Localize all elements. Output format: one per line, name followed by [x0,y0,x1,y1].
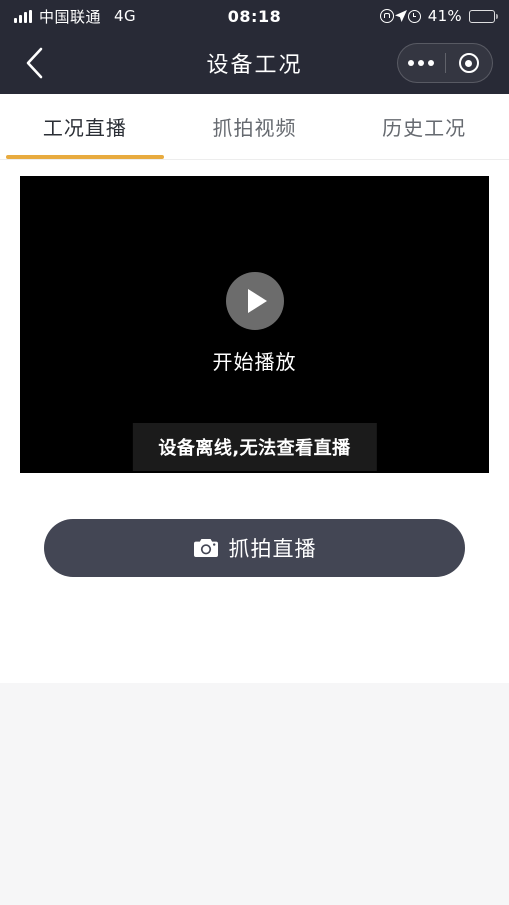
capture-live-label: 抓拍直播 [228,537,317,561]
tab-live-label: 工况直播 [42,116,127,140]
navigation-bar: 设备工况 [0,32,509,94]
play-label: 开始播放 [212,350,297,374]
camera-icon [193,537,219,559]
circle-target-icon[interactable] [446,53,493,73]
status-bar: 中国联通 4G 08:18 41% [0,0,509,32]
play-button[interactable] [225,272,284,330]
page-background-area [0,683,509,905]
back-button[interactable] [6,35,62,91]
video-player[interactable]: 开始播放 设备离线,无法查看直播 [20,176,489,473]
capture-live-button[interactable]: 抓拍直播 [44,519,465,577]
alarm-clock-icon [407,9,421,23]
play-triangle-icon [247,289,267,313]
rotation-lock-icon [379,9,394,23]
tab-bar: 工况直播 抓拍视频 历史工况 [0,94,509,160]
offline-message: 设备离线,无法查看直播 [132,423,377,471]
tab-history[interactable]: 历史工况 [339,94,509,159]
signal-bars-icon [14,9,32,23]
status-bar-left: 中国联通 4G [14,6,136,27]
carrier-label: 中国联通 [39,7,102,26]
app-screen: 中国联通 4G 08:18 41% 设备工况 工况直播 抓拍视频 历史工况 开始… [0,0,509,905]
content-card: 开始播放 设备离线,无法查看直播 抓拍直播 [0,160,509,683]
battery-icon [469,9,498,23]
more-dots-icon[interactable] [398,60,445,66]
status-bar-right: 41% [379,7,498,25]
tab-live[interactable]: 工况直播 [0,94,170,159]
tab-captured-video-label: 抓拍视频 [212,116,297,140]
tab-captured-video[interactable]: 抓拍视频 [170,94,340,159]
wechat-capsule [397,43,493,83]
tab-history-label: 历史工况 [382,116,467,140]
network-type-label: 4G [114,7,137,25]
chevron-left-icon [26,47,43,79]
video-play-group: 开始播放 [20,272,489,375]
battery-percent-label: 41% [427,7,462,25]
